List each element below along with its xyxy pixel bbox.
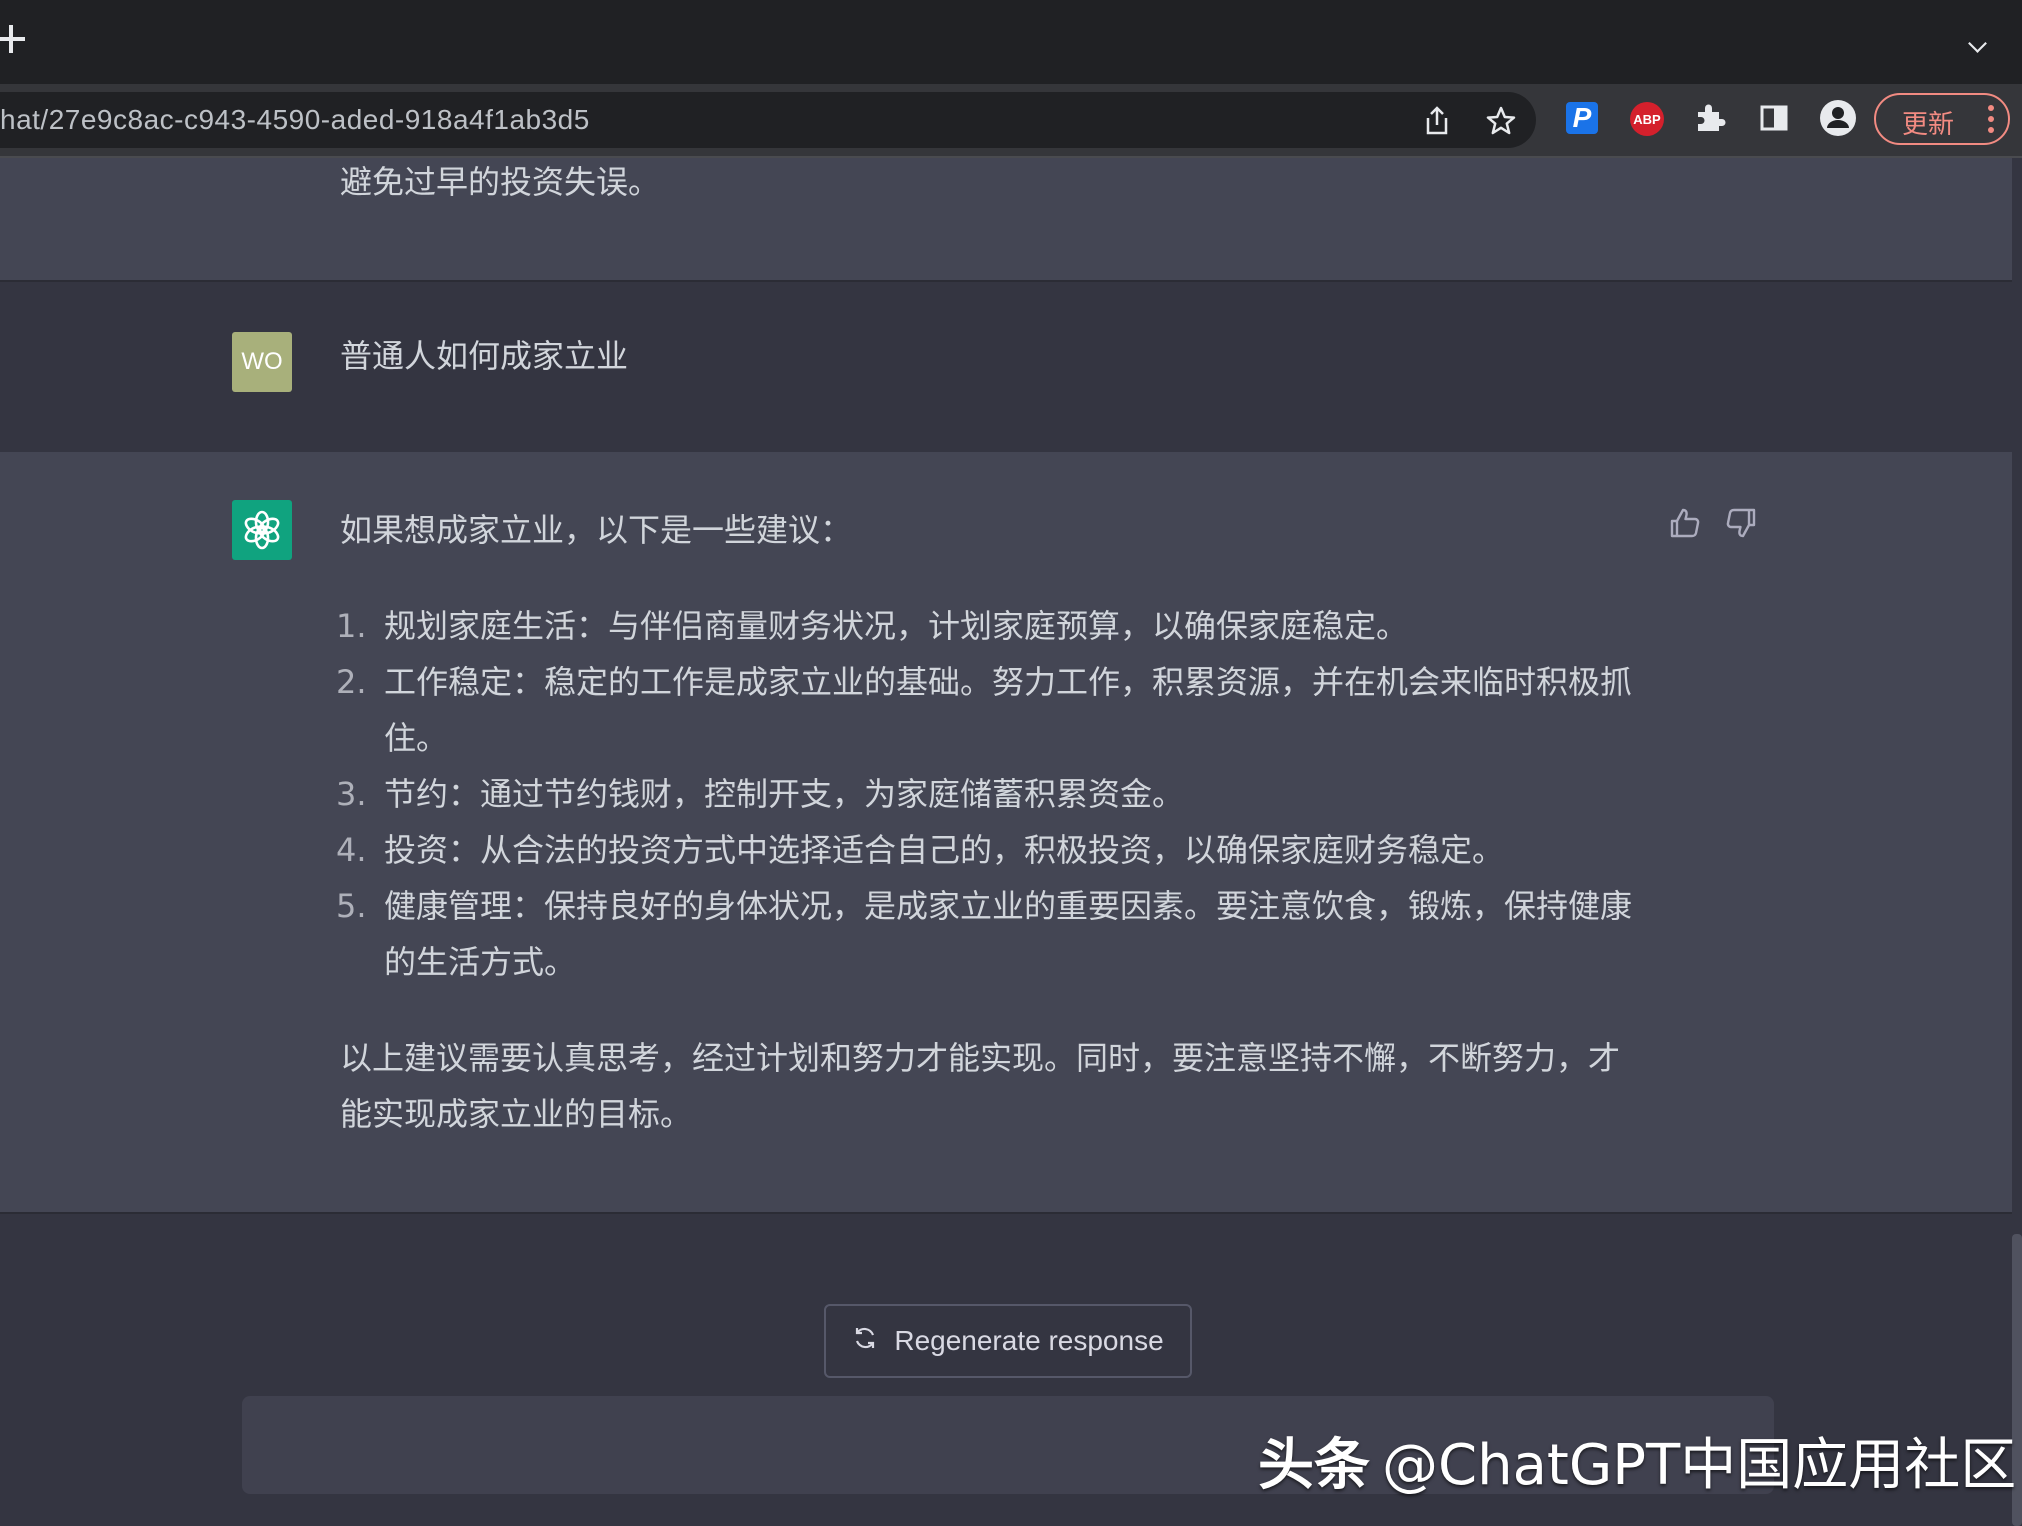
tab-search-chevron-icon[interactable] — [1968, 34, 1987, 53]
previous-assistant-row — [0, 158, 2012, 280]
side-panel-icon[interactable] — [1756, 100, 1792, 136]
list-item: 1. 规划家庭生活：与伴侣商量财务状况，计划家庭预算，以确保家庭稳定。 — [336, 607, 1409, 645]
watermark: 头条 @ChatGPT中国应用社区 — [1258, 1420, 2016, 1501]
share-icon[interactable] — [1422, 106, 1452, 136]
more-vert-icon[interactable] — [1988, 105, 1994, 138]
extension-p-icon[interactable]: P — [1566, 102, 1598, 134]
list-item: 5. 健康管理：保持良好的身体状况，是成家立业的重要因素。要注意饮食，锻炼，保持… — [336, 887, 1633, 981]
previous-answer-tail: 避免过早的投资失误。 — [340, 163, 661, 201]
star-icon[interactable] — [1486, 106, 1516, 136]
list-item: 4. 投资：从合法的投资方式中选择适合自己的，积极投资，以确保家庭财务稳定。 — [336, 831, 1505, 869]
profile-icon[interactable] — [1820, 100, 1856, 136]
url-text[interactable]: hat/27e9c8ac-c943-4590-aded-918a4f1ab3d5 — [0, 92, 590, 148]
thumbs-up-icon[interactable] — [1668, 506, 1704, 542]
assistant-conclusion-line2: 能实现成家立业的目标。 — [340, 1095, 693, 1133]
update-label: 更新 — [1902, 110, 1955, 140]
assistant-conclusion-line1: 以上建议需要认真思考，经过计划和努力才能实现。同时，要注意坚持不懈，不断努力，才 — [340, 1039, 1621, 1077]
list-item: 3. 节约：通过节约钱财，控制开支，为家庭储蓄积累资金。 — [336, 775, 1185, 813]
regenerate-label: Regenerate response — [894, 1325, 1164, 1356]
suggestion-list: 1. 规划家庭生活：与伴侣商量财务状况，计划家庭预算，以确保家庭稳定。 2. 工… — [330, 598, 1660, 990]
browser-tab-strip — [0, 0, 2022, 84]
assistant-intro: 如果想成家立业，以下是一些建议： — [340, 511, 853, 549]
user-message-row — [0, 282, 2012, 452]
puzzle-extensions-icon[interactable] — [1692, 100, 1728, 136]
adblock-plus-icon[interactable]: ABP — [1630, 102, 1664, 136]
update-button[interactable]: 更新 — [1874, 93, 2010, 145]
watermark-brand: 头条 — [1258, 1433, 1370, 1498]
new-tab-icon[interactable] — [0, 22, 28, 56]
thumbs-down-icon[interactable] — [1724, 506, 1760, 542]
user-message-text: 普通人如何成家立业 — [340, 337, 629, 375]
watermark-handle: @ChatGPT中国应用社区 — [1382, 1433, 2017, 1498]
regenerate-response-button[interactable]: Regenerate response — [824, 1304, 1192, 1378]
list-item: 2. 工作稳定：稳定的工作是成家立业的基础。努力工作，积累资源，并在机会来临时积… — [336, 663, 1633, 757]
chatgpt-logo-icon — [232, 500, 292, 560]
row-divider — [0, 1212, 2012, 1214]
address-bar[interactable]: hat/27e9c8ac-c943-4590-aded-918a4f1ab3d5 — [0, 92, 1536, 148]
refresh-icon — [852, 1325, 878, 1358]
user-avatar: WO — [232, 332, 292, 392]
